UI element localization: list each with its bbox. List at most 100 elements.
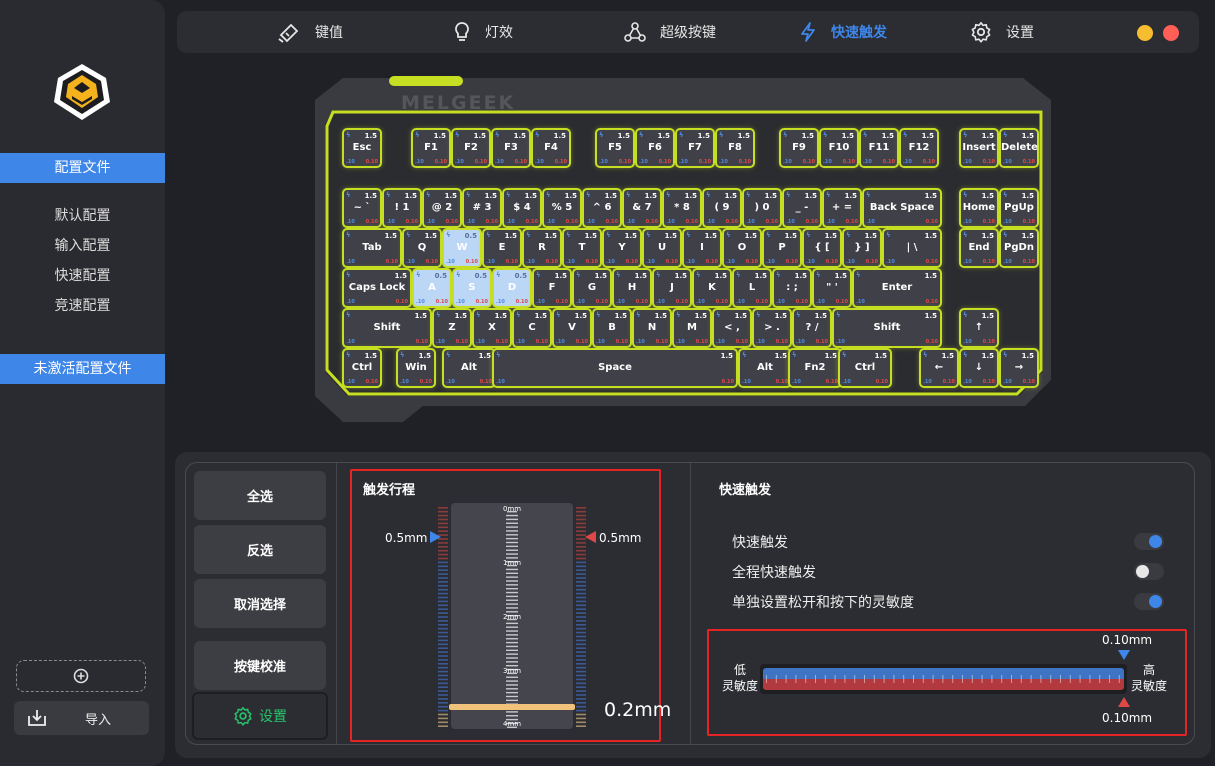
tab-rapid-trigger[interactable]: 快速触发 <box>799 11 887 53</box>
key-a[interactable]: ϟ 0.5 A .10 0.10 <box>414 270 450 306</box>
key-[interactable]: ϟ 1.5 < , .10 0.10 <box>714 310 750 346</box>
key-insert[interactable]: ϟ 1.5 Insert .10 0.10 <box>961 130 997 166</box>
key-o[interactable]: ϟ 1.5 O .10 0.10 <box>724 230 760 266</box>
travel-level-bar[interactable] <box>449 704 575 710</box>
release-travel-value[interactable]: 0.5mm <box>585 531 641 545</box>
key-f1[interactable]: ϟ 1.5 F1.10 0.10 <box>413 130 449 166</box>
key-9[interactable]: ϟ 1.5 ( 9 .10 0.10 <box>704 190 740 226</box>
key-f5[interactable]: ϟ 1.5 F5.10 0.10 <box>597 130 633 166</box>
key-tab[interactable]: ϟ 1.5 Tab .10 0.10 <box>344 230 400 266</box>
key-f9[interactable]: ϟ 1.5 F9.10 0.10 <box>781 130 817 166</box>
key-n[interactable]: ϟ 1.5 N .10 0.10 <box>634 310 670 346</box>
key-caps-lock[interactable]: ϟ 1.5 Caps Lock .10 0.10 <box>344 270 410 306</box>
key-w[interactable]: ϟ 0.5 W .10 0.10 <box>444 230 480 266</box>
key-ctrl[interactable]: ϟ 1.5 Ctrl .10 0.10 <box>344 350 380 386</box>
key-f7[interactable]: ϟ 1.5 F7.10 0.10 <box>677 130 713 166</box>
key-[interactable]: ϟ 1.5 | \ .10 0.10 <box>884 230 940 266</box>
press-travel-value[interactable]: 0.5mm <box>385 531 442 545</box>
key-f3[interactable]: ϟ 1.5 F3.10 0.10 <box>493 130 529 166</box>
key-f6[interactable]: ϟ 1.5 F6.10 0.10 <box>637 130 673 166</box>
key-f10[interactable]: ϟ 1.5 F10 .10 0.10 <box>821 130 857 166</box>
close-button[interactable] <box>1163 25 1179 41</box>
key-4[interactable]: ϟ 1.5 $ 4 .10 0.10 <box>504 190 540 226</box>
key-x[interactable]: ϟ 1.5 X .10 0.10 <box>474 310 510 346</box>
key-f[interactable]: ϟ 1.5 F .10 0.10 <box>534 270 570 306</box>
key-home[interactable]: ϟ 1.5 Home .10 0.10 <box>961 190 997 226</box>
key-b[interactable]: ϟ 1.5 B .10 0.10 <box>594 310 630 346</box>
key-k[interactable]: ϟ 1.5 K .10 0.10 <box>694 270 730 306</box>
sensitivity-slider[interactable] <box>760 664 1127 694</box>
key-[interactable]: ϟ 1.5 _ - .10 0.10 <box>784 190 820 226</box>
key-[interactable]: ϟ 1.5 " ' .10 0.10 <box>814 270 850 306</box>
key-3[interactable]: ϟ 1.5 # 3 .10 0.10 <box>464 190 500 226</box>
minimize-button[interactable] <box>1137 25 1153 41</box>
key-1[interactable]: ϟ 1.5 ! 1 .10 0.10 <box>384 190 420 226</box>
key-[interactable]: ϟ 1.5 ~ ` .10 0.10 <box>344 190 380 226</box>
key-2[interactable]: ϟ 1.5 @ 2 .10 0.10 <box>424 190 460 226</box>
key-[interactable]: ϟ 1.5 → .10 0.10 <box>1001 350 1037 386</box>
key-v[interactable]: ϟ 1.5 V .10 0.10 <box>554 310 590 346</box>
key-z[interactable]: ϟ 1.5 Z .10 0.10 <box>434 310 470 346</box>
key-f11[interactable]: ϟ 1.5 F11 .10 0.10 <box>861 130 897 166</box>
tab-super-keys[interactable]: 超级按键 <box>624 11 716 53</box>
select-all-button[interactable]: 全选 <box>194 471 326 520</box>
full-rapid-trigger-toggle[interactable] <box>1134 563 1164 580</box>
key-p[interactable]: ϟ 1.5 P .10 0.10 <box>764 230 800 266</box>
key-pgup[interactable]: ϟ 1.5 PgUp .10 0.10 <box>1001 190 1037 226</box>
key-s[interactable]: ϟ 0.5 S .10 0.10 <box>454 270 490 306</box>
key-[interactable]: ϟ 1.5 ? / .10 0.10 <box>794 310 830 346</box>
key-[interactable]: ϟ 1.5 + = .10 0.10 <box>824 190 860 226</box>
key-space[interactable]: ϟ 1.5 Space .10 0.10 <box>494 350 736 386</box>
key-win[interactable]: ϟ 1.5 Win .10 0.10 <box>398 350 434 386</box>
key-e[interactable]: ϟ 1.5 E .10 0.10 <box>484 230 520 266</box>
key-q[interactable]: ϟ 1.5 Q .10 0.10 <box>404 230 440 266</box>
key-8[interactable]: ϟ 1.5 * 8 .10 0.10 <box>664 190 700 226</box>
key-f2[interactable]: ϟ 1.5 F2.10 0.10 <box>453 130 489 166</box>
key-5[interactable]: ϟ 1.5 % 5 .10 0.10 <box>544 190 580 226</box>
tab-keymap[interactable]: 键值 <box>277 11 343 53</box>
key-shift[interactable]: ϟ 1.5 Shift .10 0.10 <box>344 310 430 346</box>
key-j[interactable]: ϟ 1.5 J .10 0.10 <box>654 270 690 306</box>
import-button[interactable]: 导入 <box>14 701 149 735</box>
key-l[interactable]: ϟ 1.5 L .10 0.10 <box>734 270 770 306</box>
inactive-profiles-header[interactable]: 未激活配置文件 <box>0 354 165 384</box>
key-d[interactable]: ϟ 0.5 D .10 0.10 <box>494 270 530 306</box>
separate-sensitivity-toggle[interactable] <box>1134 593 1164 610</box>
calibrate-keys-button[interactable]: 按键校准 <box>194 641 326 690</box>
key-fn2[interactable]: ϟ 1.5 Fn2.10 0.10 <box>790 350 840 386</box>
key-m[interactable]: ϟ 1.5 M .10 0.10 <box>674 310 710 346</box>
key-t[interactable]: ϟ 1.5 T .10 0.10 <box>564 230 600 266</box>
key-shift[interactable]: ϟ 1.5 Shift .10 0.10 <box>834 310 940 346</box>
key-alt[interactable]: ϟ 1.5 Alt .10 0.10 <box>740 350 790 386</box>
rapid-settings-button[interactable]: 设置 <box>192 692 328 740</box>
key-h[interactable]: ϟ 1.5 H .10 0.10 <box>614 270 650 306</box>
key-pgdn[interactable]: ϟ 1.5 PgDn .10 0.10 <box>1001 230 1037 266</box>
cancel-selection-button[interactable]: 取消选择 <box>194 579 326 628</box>
key-esc[interactable]: ϟ 1.5 Esc .10 0.10 <box>344 130 380 166</box>
key-i[interactable]: ϟ 1.5 I .10 0.10 <box>684 230 720 266</box>
key-6[interactable]: ϟ 1.5 ^ 6 .10 0.10 <box>584 190 620 226</box>
add-profile-button[interactable] <box>16 660 146 692</box>
key-enter[interactable]: ϟ 1.5 Enter .10 0.10 <box>854 270 940 306</box>
key-u[interactable]: ϟ 1.5 U .10 0.10 <box>644 230 680 266</box>
key-ctrl[interactable]: ϟ 1.5 Ctrl .10 0.10 <box>840 350 890 386</box>
key-[interactable]: ϟ 1.5 ↑ .10 0.10 <box>961 310 997 346</box>
key-delete[interactable]: ϟ 1.5 Delete .10 0.10 <box>1001 130 1038 166</box>
key-[interactable]: ϟ 1.5 ↓ .10 0.10 <box>961 350 997 386</box>
key-back-space[interactable]: ϟ 1.5 Back Space .10 0.10 <box>864 190 940 226</box>
key-f12[interactable]: ϟ 1.5 F12 .10 0.10 <box>901 130 937 166</box>
key-r[interactable]: ϟ 1.5 R .10 0.10 <box>524 230 560 266</box>
key-alt[interactable]: ϟ 1.5 Alt .10 0.10 <box>444 350 494 386</box>
profile-item-default[interactable]: 默认配置 <box>0 204 165 228</box>
key-f4[interactable]: ϟ 1.5 F4.10 0.10 <box>533 130 569 166</box>
key-[interactable]: ϟ 1.5 { [.10 0.10 <box>804 230 840 266</box>
key-[interactable]: ϟ 1.5} ] .10 0.10 <box>844 230 880 266</box>
tab-settings[interactable]: 设置 <box>970 11 1034 53</box>
tab-lighting[interactable]: 灯效 <box>453 11 513 53</box>
key-0[interactable]: ϟ 1.5) 0 .10 0.10 <box>744 190 780 226</box>
key-[interactable]: ϟ 1.5: ; .10 0.10 <box>774 270 810 306</box>
key-7[interactable]: ϟ 1.5 & 7 .10 0.10 <box>624 190 660 226</box>
invert-selection-button[interactable]: 反选 <box>194 525 326 574</box>
profile-item-input[interactable]: 输入配置 <box>0 234 165 258</box>
key-y[interactable]: ϟ 1.5 Y .10 0.10 <box>604 230 640 266</box>
